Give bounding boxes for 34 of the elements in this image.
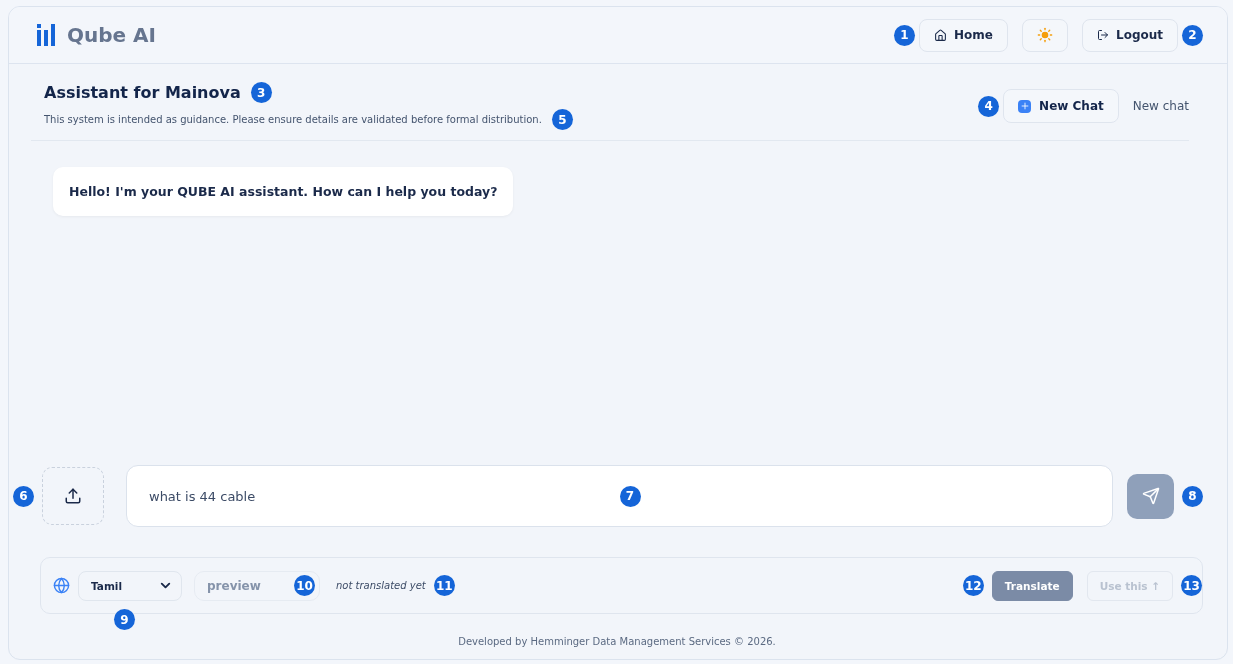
upload-button[interactable] xyxy=(42,467,104,525)
callout-badge: 12 xyxy=(962,575,984,596)
logout-icon xyxy=(1097,29,1109,41)
translation-status: not translated yet xyxy=(336,580,426,591)
disclaimer-text: This system is intended as guidance. Please ensure details are validated before formal distribution. xyxy=(44,114,542,125)
callout-badge: 1 xyxy=(894,24,916,46)
callout-badge: 4 xyxy=(978,95,1000,117)
sun-icon xyxy=(1037,27,1053,43)
language-select[interactable]: Tamil xyxy=(78,570,182,601)
callout-badge: 11 xyxy=(433,575,455,596)
callout-badge: 9 xyxy=(114,609,135,630)
callout-badge: 3 xyxy=(250,82,272,103)
callout-badge: 2 xyxy=(1182,24,1203,46)
callout-badge: 13 xyxy=(1181,575,1202,596)
plus-icon xyxy=(1018,99,1032,113)
callout-badge: 10 xyxy=(294,575,315,596)
callout-badge: 8 xyxy=(1182,485,1203,507)
page-title: Assistant for Mainova xyxy=(44,83,241,102)
logout-button[interactable]: Logout xyxy=(1082,18,1178,52)
new-chat-button[interactable]: New Chat xyxy=(1003,89,1119,123)
callout-badge: 5 xyxy=(551,109,573,130)
globe-icon xyxy=(53,577,70,594)
upload-icon xyxy=(64,487,82,505)
callout-badge: 6 xyxy=(13,485,34,507)
home-button[interactable]: Home xyxy=(919,18,1008,52)
send-icon xyxy=(1141,487,1160,505)
send-button[interactable] xyxy=(1127,473,1174,519)
theme-toggle-button[interactable] xyxy=(1022,18,1068,52)
new-chat-link[interactable]: New chat xyxy=(1132,99,1189,113)
logo-icon xyxy=(37,24,57,46)
footer-text: Developed by Hemminger Data Management Services © 2026. xyxy=(458,636,776,647)
brand-name: Qube AI xyxy=(67,23,156,47)
house-icon xyxy=(934,28,948,42)
assistant-message: Hello! I'm your QUBE AI assistant. How can I help you today? xyxy=(53,167,514,216)
